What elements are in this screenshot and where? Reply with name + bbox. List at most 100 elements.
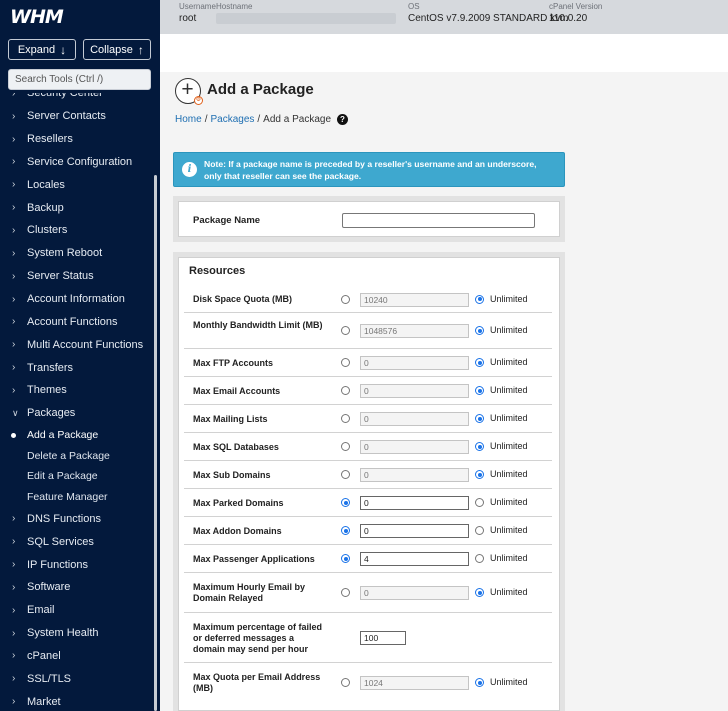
help-icon[interactable]: ? xyxy=(337,114,348,125)
custom-value-radio[interactable] xyxy=(341,554,350,563)
sidebar-item-locales[interactable]: › Locales xyxy=(0,173,153,196)
sidebar-item-market[interactable]: › Market xyxy=(0,690,153,711)
sidebar-item-security-center[interactable]: › Security Center xyxy=(0,93,153,105)
unlimited-radio[interactable] xyxy=(475,498,484,507)
sidebar-item-packages[interactable]: ∨ Packages xyxy=(0,402,153,425)
sidebar-item-ssl-tls[interactable]: › SSL/TLS xyxy=(0,667,153,690)
unlimited-radio[interactable] xyxy=(475,294,484,304)
custom-value-radio[interactable] xyxy=(341,414,350,423)
custom-value-radio[interactable] xyxy=(341,470,350,479)
os-value: CentOS v7.9.2009 STANDARD kvm xyxy=(408,13,569,24)
package-name-input[interactable] xyxy=(342,213,535,228)
chevron-right-icon: › xyxy=(12,650,16,662)
sidebar-item-sql-services[interactable]: › SQL Services xyxy=(0,530,153,553)
unlimited-radio[interactable] xyxy=(475,470,484,479)
resource-value-input[interactable]: 10240 xyxy=(360,292,469,307)
unlimited-radio[interactable] xyxy=(475,442,484,451)
sidebar-subitem-add-a-package[interactable]: Add a Package xyxy=(0,425,153,446)
sidebar-subitem-edit-a-package[interactable]: Edit a Package xyxy=(0,466,153,487)
resource-value-input[interactable]: 0 xyxy=(360,524,469,538)
custom-value-radio[interactable] xyxy=(341,678,350,687)
expand-label: Expand xyxy=(17,43,56,56)
sidebar-item-label: Clusters xyxy=(27,224,68,237)
unlimited-label: Unlimited xyxy=(490,553,528,563)
sidebar-item-service-configuration[interactable]: › Service Configuration xyxy=(0,151,153,174)
unlimited-radio[interactable] xyxy=(475,358,484,367)
sidebar-item-label: System Reboot xyxy=(27,247,103,260)
resource-value-input[interactable]: 0 xyxy=(360,586,469,600)
resource-value-input[interactable]: 0 xyxy=(360,468,469,482)
package-name-label: Package Name xyxy=(193,215,261,226)
sidebar-item-label: Account Information xyxy=(27,293,125,306)
resource-row-maximum-hourly-email-by-domain-relayed: Maximum Hourly Email by Domain Relayed 0 U… xyxy=(184,573,552,613)
unlimited-radio[interactable] xyxy=(475,326,484,335)
sidebar-item-account-functions[interactable]: › Account Functions xyxy=(0,310,153,333)
arrow-down-icon: ↓ xyxy=(60,42,67,57)
sidebar-item-transfers[interactable]: › Transfers xyxy=(0,356,153,379)
sidebar-item-label: Server Contacts xyxy=(27,110,106,123)
unlimited-label: Unlimited xyxy=(490,441,528,451)
custom-value-radio[interactable] xyxy=(341,358,350,367)
sidebar-item-label: Multi Account Functions xyxy=(27,338,144,351)
unlimited-radio[interactable] xyxy=(475,414,484,423)
custom-value-radio[interactable] xyxy=(341,498,350,507)
sidebar-item-themes[interactable]: › Themes xyxy=(0,379,153,402)
chevron-right-icon: › xyxy=(12,247,16,259)
search-tools-input[interactable] xyxy=(8,69,151,90)
sidebar-item-clusters[interactable]: › Clusters xyxy=(0,219,153,242)
unlimited-radio[interactable] xyxy=(475,678,484,687)
resource-value-input[interactable]: 0 xyxy=(360,356,469,370)
resource-value-input[interactable]: 4 xyxy=(360,552,469,566)
sidebar-item-dns-functions[interactable]: › DNS Functions xyxy=(0,507,153,530)
custom-value-radio[interactable] xyxy=(341,386,350,395)
resource-value-input[interactable]: 0 xyxy=(360,412,469,426)
sidebar-item-resellers[interactable]: › Resellers xyxy=(0,128,153,151)
resources-panel: Resources Disk Space Quota (MB) 10240 Unli… xyxy=(173,252,565,711)
unlimited-radio[interactable] xyxy=(475,588,484,597)
custom-value-radio[interactable] xyxy=(341,294,350,304)
sidebar-subitem-feature-manager[interactable]: Feature Manager xyxy=(0,487,153,508)
breadcrumb-home-link[interactable]: Home xyxy=(175,114,202,125)
unlimited-radio[interactable] xyxy=(475,386,484,395)
resource-value-input[interactable]: 0 xyxy=(360,384,469,398)
chevron-right-icon: › xyxy=(12,293,16,305)
sidebar-subitem-delete-a-package[interactable]: Delete a Package xyxy=(0,445,153,466)
unlimited-label: Unlimited xyxy=(490,413,528,423)
custom-value-radio[interactable] xyxy=(341,526,350,535)
custom-value-radio[interactable] xyxy=(341,588,350,597)
sidebar-item-cpanel[interactable]: › cPanel xyxy=(0,644,153,667)
arrow-up-icon: ↑ xyxy=(137,42,144,57)
custom-value-radio[interactable] xyxy=(341,326,350,335)
sidebar-item-multi-account-functions[interactable]: › Multi Account Functions xyxy=(0,333,153,356)
sidebar-item-system-health[interactable]: › System Health xyxy=(0,622,153,645)
resource-value-input[interactable]: 0 xyxy=(360,440,469,454)
sidebar-item-software[interactable]: › Software xyxy=(0,576,153,599)
expand-button[interactable]: Expand ↓ xyxy=(8,39,76,60)
chevron-right-icon: › xyxy=(12,673,16,685)
sidebar-item-ip-functions[interactable]: › IP Functions xyxy=(0,553,153,576)
resource-value-input[interactable]: 100 xyxy=(360,631,406,645)
server-info-bar: Username root Hostname OS CentOS v7.9.20… xyxy=(160,0,728,34)
resource-value-input[interactable]: 1024 xyxy=(360,676,469,690)
resource-value-input[interactable]: 1048576 xyxy=(360,324,469,338)
resource-value-input[interactable]: 0 xyxy=(360,496,469,510)
sidebar-item-system-reboot[interactable]: › System Reboot xyxy=(0,242,153,265)
chevron-right-icon: › xyxy=(12,270,16,282)
resource-row-max-email-accounts: Max Email Accounts 0 Unlimited xyxy=(184,377,552,405)
sidebar-item-account-information[interactable]: › Account Information xyxy=(0,288,153,311)
sidebar-item-label: Server Status xyxy=(27,270,94,283)
chevron-right-icon: › xyxy=(12,179,16,191)
chevron-right-icon: › xyxy=(12,133,16,145)
sidebar-item-server-status[interactable]: › Server Status xyxy=(0,265,153,288)
collapse-button[interactable]: Collapse ↑ xyxy=(83,39,151,60)
breadcrumb-packages-link[interactable]: Packages xyxy=(210,114,254,125)
custom-value-radio[interactable] xyxy=(341,442,350,451)
sidebar-item-label: Software xyxy=(27,581,71,594)
sidebar-scrollbar[interactable] xyxy=(154,175,157,711)
unlimited-radio[interactable] xyxy=(475,554,484,563)
unlimited-radio[interactable] xyxy=(475,526,484,535)
sidebar-item-email[interactable]: › Email xyxy=(0,599,153,622)
sidebar-item-server-contacts[interactable]: › Server Contacts xyxy=(0,105,153,128)
sidebar-item-backup[interactable]: › Backup xyxy=(0,196,153,219)
cpanel-version-value: 110.0.20 xyxy=(549,13,588,24)
